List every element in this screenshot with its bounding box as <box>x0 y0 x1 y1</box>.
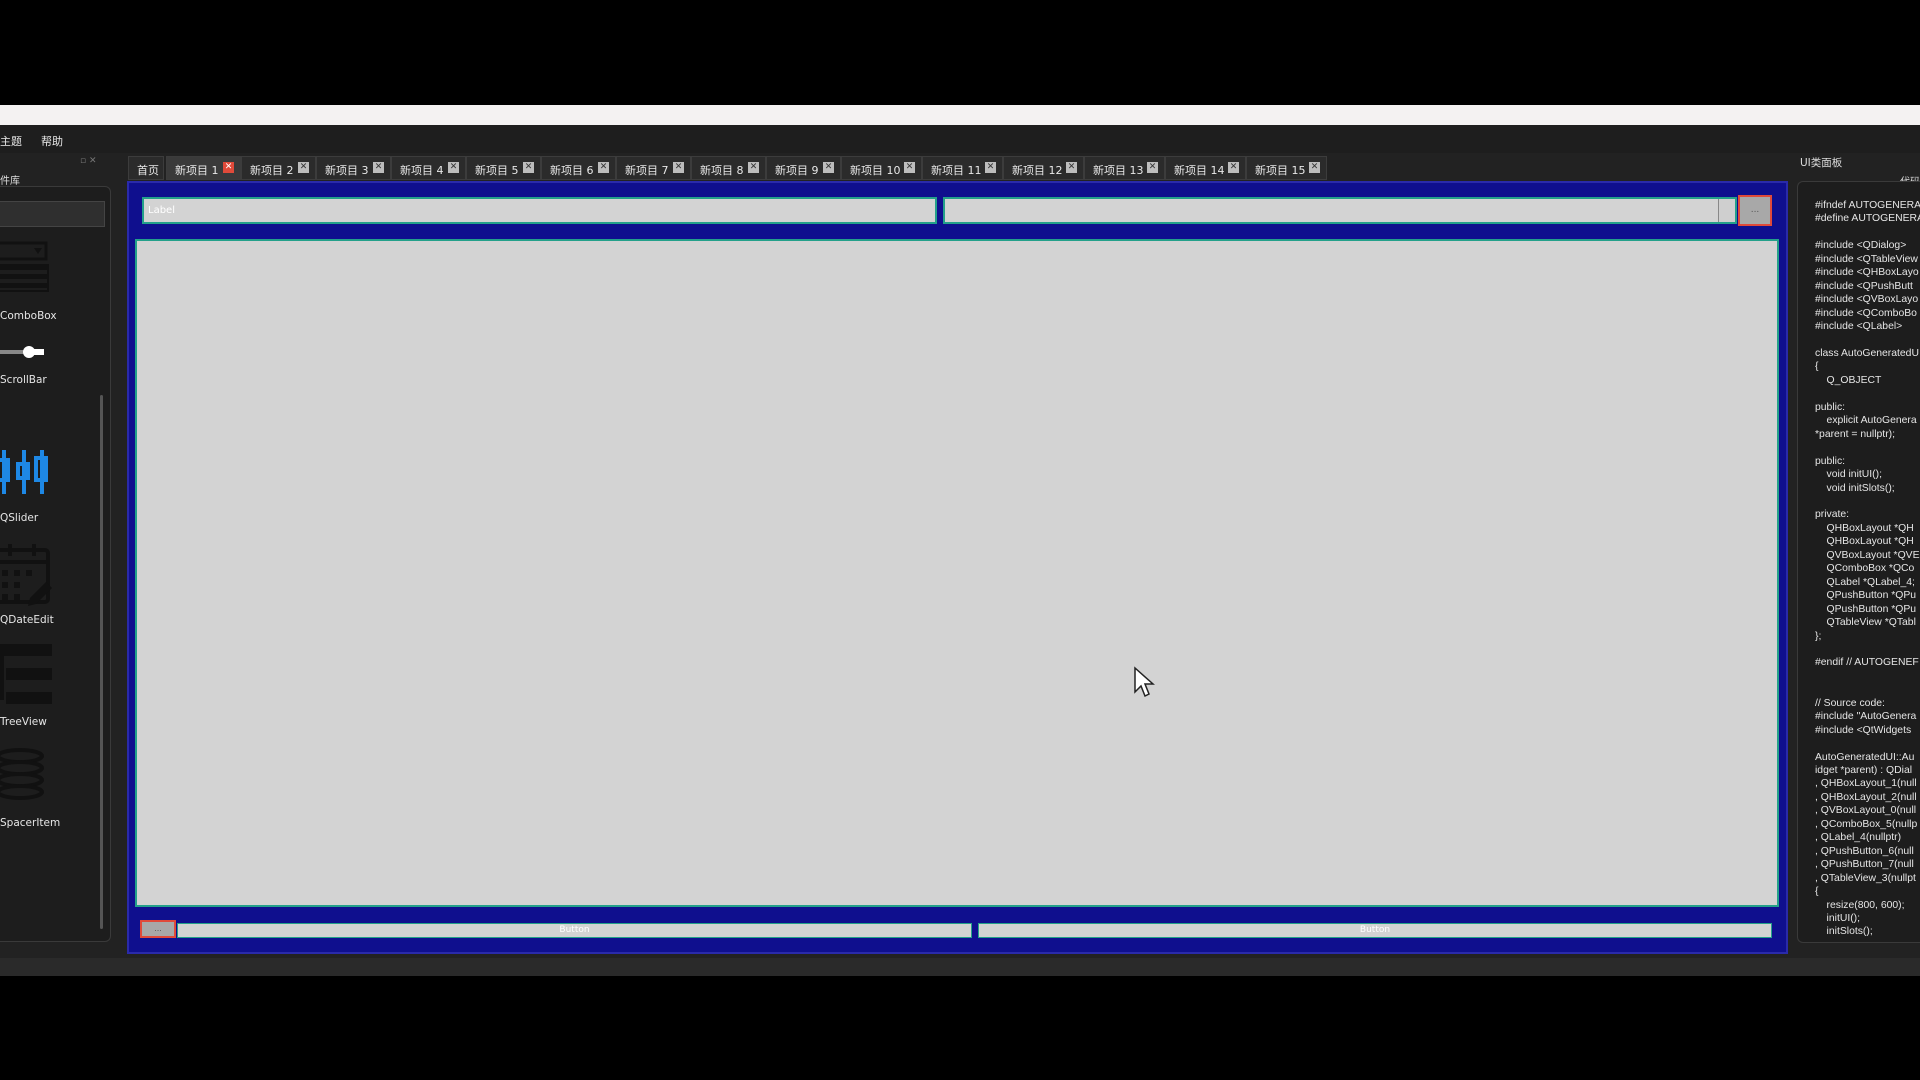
tab-label: 新项目 1 <box>175 164 219 177</box>
tab-project-5[interactable]: 新项目 5 ✕ <box>466 156 541 180</box>
tab-project-14[interactable]: 新项目 14 ✕ <box>1165 156 1246 180</box>
widget-label-treeview: TreeView <box>0 716 47 728</box>
tab-label: 新项目 15 <box>1255 164 1306 177</box>
tab-project-7[interactable]: 新项目 7 ✕ <box>616 156 691 180</box>
tab-project-4[interactable]: 新项目 4 ✕ <box>391 156 466 180</box>
tab-project-9[interactable]: 新项目 9 ✕ <box>766 156 841 180</box>
tab-close-icon[interactable]: ✕ <box>298 162 309 173</box>
tab-project-3[interactable]: 新项目 3 ✕ <box>316 156 391 180</box>
tab-project-2[interactable]: 新项目 2 ✕ <box>241 156 316 180</box>
project-tab-bar: 首页 新项目 1 ✕ 新项目 2 ✕ 新项目 3 ✕ 新项目 4 ✕ 新项目 5 ✕ 新项… <box>128 156 1328 180</box>
widget-library-scrollbar[interactable] <box>100 395 103 929</box>
tab-label: 首页 <box>137 164 159 177</box>
tab-label: 新项目 3 <box>325 164 369 177</box>
tab-close-icon[interactable]: ✕ <box>598 162 609 173</box>
tab-close-icon[interactable]: ✕ <box>448 162 459 173</box>
tab-close-icon[interactable]: ✕ <box>673 162 684 173</box>
tab-close-icon[interactable]: ✕ <box>523 162 534 173</box>
canvas-combobox-widget[interactable] <box>943 197 1737 224</box>
tab-close-icon[interactable]: ✕ <box>1147 162 1158 173</box>
tab-close-icon[interactable]: ✕ <box>904 162 915 173</box>
tab-label: 新项目 12 <box>1012 164 1063 177</box>
tab-close-icon[interactable]: ✕ <box>223 162 234 173</box>
canvas-pushbutton-top[interactable]: ... <box>1738 195 1772 226</box>
scrollbar-icon[interactable] <box>0 342 50 362</box>
tab-close-icon[interactable]: ✕ <box>1309 162 1320 173</box>
tab-label: 新项目 13 <box>1093 164 1144 177</box>
tab-label: 新项目 4 <box>400 164 444 177</box>
tab-project-1[interactable]: 新项目 1 ✕ <box>166 156 241 180</box>
tab-close-icon[interactable]: ✕ <box>823 162 834 173</box>
slider-icon[interactable] <box>0 448 52 498</box>
tree-view-icon[interactable] <box>0 642 56 710</box>
generated-code-text[interactable]: #ifndef AUTOGENERA #define AUTOGENERA #i… <box>1815 199 1920 939</box>
tab-home[interactable]: 首页 <box>128 156 164 180</box>
window-top-strip <box>0 105 1920 125</box>
tab-label: 新项目 6 <box>550 164 594 177</box>
widget-search-input[interactable] <box>0 201 105 227</box>
tab-label: 新项目 11 <box>931 164 982 177</box>
tab-label: 新项目 2 <box>250 164 294 177</box>
widget-library-title: 件库 <box>0 176 20 187</box>
tab-project-15[interactable]: 新项目 15 ✕ <box>1246 156 1327 180</box>
widget-label-spaceritem: SpacerItem <box>0 817 61 829</box>
tab-close-icon[interactable]: ✕ <box>1066 162 1077 173</box>
tab-project-13[interactable]: 新项目 13 ✕ <box>1084 156 1165 180</box>
tab-label: 新项目 10 <box>850 164 901 177</box>
tab-label: 新项目 8 <box>700 164 744 177</box>
combobox-dropdown-icon[interactable] <box>1718 199 1735 222</box>
canvas-button-left[interactable]: Button <box>177 923 972 938</box>
widget-label-scrollbar: ScrollBar <box>0 374 47 386</box>
tab-project-8[interactable]: 新项目 8 ✕ <box>691 156 766 180</box>
menu-bar: 主题 帮助 <box>0 125 1920 153</box>
status-bar <box>0 958 1920 976</box>
left-dock-buttons[interactable]: ▫ ✕ <box>80 156 97 166</box>
tab-label: 新项目 14 <box>1174 164 1225 177</box>
tab-project-11[interactable]: 新项目 11 ✕ <box>922 156 1003 180</box>
tab-label: 新项目 7 <box>625 164 669 177</box>
spacer-icon[interactable] <box>0 748 50 808</box>
widget-label-qslider: QSlider <box>0 512 39 524</box>
tab-project-10[interactable]: 新项目 10 ✕ <box>841 156 922 180</box>
canvas-pushbutton-small[interactable]: ... <box>140 920 176 938</box>
mouse-cursor-icon <box>1134 666 1155 698</box>
date-edit-icon[interactable] <box>0 542 54 608</box>
tab-label: 新项目 5 <box>475 164 519 177</box>
tab-close-icon[interactable]: ✕ <box>1228 162 1239 173</box>
menu-item-theme[interactable]: 主题 <box>0 133 22 149</box>
widget-label-combobox: ComboBox <box>0 310 57 322</box>
canvas-label-widget[interactable]: Label <box>142 197 937 224</box>
canvas-button-right[interactable]: Button <box>978 923 1772 938</box>
tab-close-icon[interactable]: ✕ <box>748 162 759 173</box>
widget-label-qdateedit: QDateEdit <box>0 614 54 626</box>
tab-project-12[interactable]: 新项目 12 ✕ <box>1003 156 1084 180</box>
menu-item-help[interactable]: 帮助 <box>41 133 63 149</box>
combobox-icon[interactable] <box>0 241 50 301</box>
ui-class-panel-title: UI类面板 <box>1800 157 1843 169</box>
tab-project-6[interactable]: 新项目 6 ✕ <box>541 156 616 180</box>
canvas-tableview-widget[interactable] <box>135 239 1779 907</box>
tab-close-icon[interactable]: ✕ <box>985 162 996 173</box>
tab-label: 新项目 9 <box>775 164 819 177</box>
tab-close-icon[interactable]: ✕ <box>373 162 384 173</box>
label-text: Label <box>148 205 175 216</box>
